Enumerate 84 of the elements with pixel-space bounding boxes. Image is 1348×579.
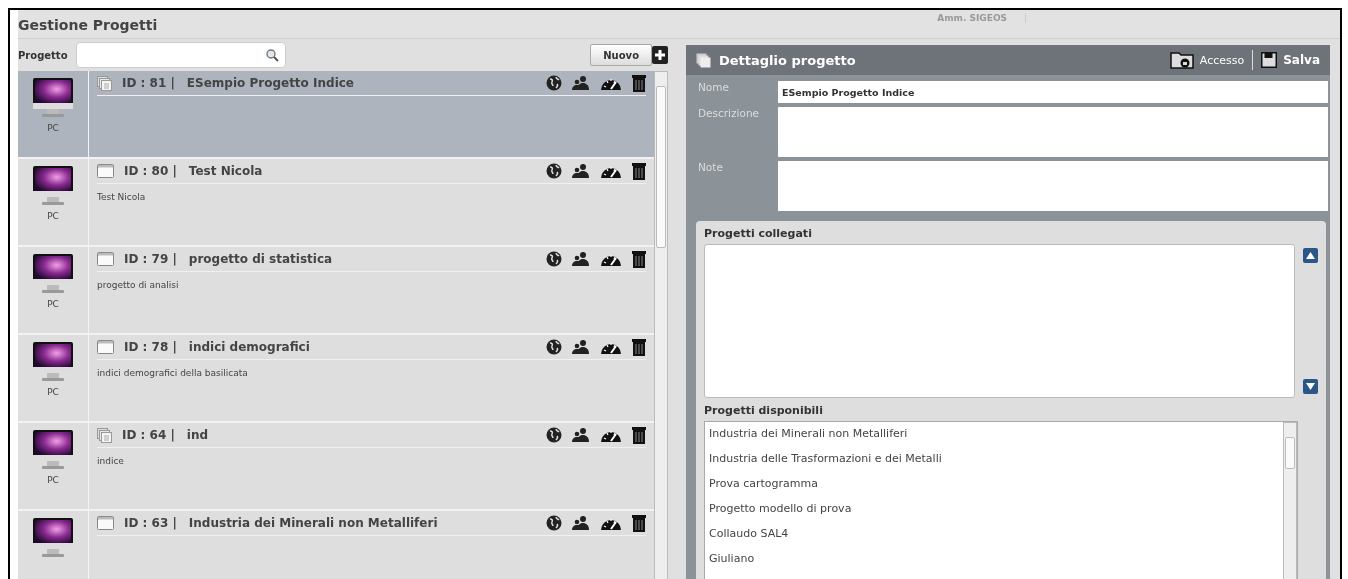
project-id: ID : 79 | bbox=[124, 252, 177, 266]
add-icon[interactable] bbox=[652, 46, 668, 64]
section-title: Progetti disponibili bbox=[704, 404, 824, 417]
project-description: Test Nicola bbox=[97, 192, 147, 202]
project-name: progetto di statistica bbox=[188, 252, 333, 266]
page-title: Gestione Progetti bbox=[18, 17, 158, 33]
trash-icon[interactable] bbox=[632, 74, 646, 92]
move-up-icon[interactable] bbox=[1303, 248, 1318, 263]
stacked-pages-icon bbox=[97, 427, 112, 443]
project-row[interactable]: PC ID : 81 | ESempio Progetto Indice bbox=[18, 71, 654, 159]
globe-icon[interactable] bbox=[546, 515, 562, 531]
stacked-pages-icon bbox=[97, 75, 112, 91]
field-label: Descrizione bbox=[697, 107, 760, 121]
user-name: Amm. SIGEOS bbox=[937, 13, 1027, 23]
globe-icon[interactable] bbox=[546, 163, 562, 179]
project-description: progetto di analisi bbox=[97, 280, 180, 290]
window-icon bbox=[97, 340, 114, 354]
search-label: Progetto bbox=[18, 49, 68, 61]
project-row[interactable]: PC ID : 64 | ind indice bbox=[18, 423, 654, 511]
name-field[interactable]: ESempio Progetto Indice bbox=[778, 81, 1328, 103]
panel-title: Dettaglio progetto bbox=[719, 52, 856, 68]
users-icon[interactable] bbox=[572, 339, 590, 355]
monitor-icon bbox=[32, 77, 74, 119]
users-icon[interactable] bbox=[572, 251, 590, 267]
project-description: indice bbox=[97, 456, 125, 466]
monitor-icon bbox=[32, 429, 74, 471]
project-id: ID : 63 | bbox=[124, 516, 177, 530]
users-icon[interactable] bbox=[572, 75, 590, 91]
users-icon[interactable] bbox=[572, 163, 590, 179]
window-icon bbox=[97, 164, 114, 178]
device-label: PC bbox=[47, 475, 59, 485]
project-name: Test Nicola bbox=[188, 164, 263, 178]
search-field[interactable] bbox=[75, 42, 286, 68]
device-label: PC bbox=[47, 211, 59, 221]
save-button[interactable]: Salva bbox=[1261, 52, 1320, 68]
trash-icon[interactable] bbox=[632, 162, 646, 180]
project-description: indici demografici della basilicata bbox=[97, 368, 249, 378]
project-id: ID : 64 | bbox=[122, 428, 175, 442]
field-label: Note bbox=[697, 161, 724, 175]
device-label: PC bbox=[47, 299, 59, 309]
project-name: ind bbox=[186, 428, 209, 442]
project-name: indici demografici bbox=[188, 340, 310, 354]
trash-icon[interactable] bbox=[632, 250, 646, 268]
list-item[interactable]: Giuliano bbox=[709, 549, 1279, 574]
monitor-icon bbox=[32, 253, 74, 295]
globe-icon[interactable] bbox=[546, 427, 562, 443]
scrollbar[interactable] bbox=[654, 71, 668, 579]
globe-icon[interactable] bbox=[546, 75, 562, 91]
scrollbar[interactable] bbox=[1283, 422, 1297, 579]
list-item[interactable]: Industria dei Minerali non Metalliferi bbox=[709, 424, 1279, 449]
list-item[interactable]: Collaudo SAL4 bbox=[709, 524, 1279, 549]
project-id: ID : 78 | bbox=[124, 340, 177, 354]
list-item[interactable]: Industria delle Trasformazioni e dei Metalli bbox=[709, 449, 1279, 474]
device-label: PC bbox=[47, 123, 59, 133]
users-icon[interactable] bbox=[572, 427, 590, 443]
new-button[interactable]: Nuovo bbox=[590, 44, 652, 66]
monitor-icon bbox=[32, 341, 74, 383]
stacked-pages-icon bbox=[696, 52, 711, 68]
trash-icon[interactable] bbox=[632, 426, 646, 444]
locked-folder-icon bbox=[1169, 51, 1194, 69]
trash-icon[interactable] bbox=[632, 338, 646, 356]
project-id: ID : 80 | bbox=[124, 164, 177, 178]
globe-icon[interactable] bbox=[546, 251, 562, 267]
monitor-icon bbox=[32, 517, 74, 559]
access-button[interactable]: Accesso bbox=[1169, 51, 1245, 69]
trash-icon[interactable] bbox=[632, 514, 646, 532]
users-icon[interactable] bbox=[572, 515, 590, 531]
monitor-icon bbox=[32, 165, 74, 207]
project-row[interactable]: PC ID : 79 | progetto di statistica progetto di analisi bbox=[18, 247, 654, 335]
list-item[interactable]: Prova cartogramma bbox=[709, 474, 1279, 499]
window-icon bbox=[97, 252, 114, 266]
window-icon bbox=[97, 516, 114, 530]
list-item[interactable]: Progetto modello di prova bbox=[709, 499, 1279, 524]
search-icon bbox=[265, 48, 279, 62]
field-label: Nome bbox=[697, 81, 730, 95]
globe-icon[interactable] bbox=[546, 339, 562, 355]
project-id: ID : 81 | bbox=[122, 76, 175, 90]
project-name: Industria dei Minerali non Metalliferi bbox=[188, 516, 438, 530]
project-row[interactable]: PC ID : 78 | indici demografici indici demografici della basilicata bbox=[18, 335, 654, 423]
device-label: PC bbox=[47, 387, 59, 397]
move-down-icon[interactable] bbox=[1303, 379, 1318, 394]
project-name: ESempio Progetto Indice bbox=[186, 76, 354, 90]
section-title: Progetti collegati bbox=[704, 227, 813, 240]
project-row[interactable]: PC ID : 80 | Test Nicola Test Nicola bbox=[18, 159, 654, 247]
